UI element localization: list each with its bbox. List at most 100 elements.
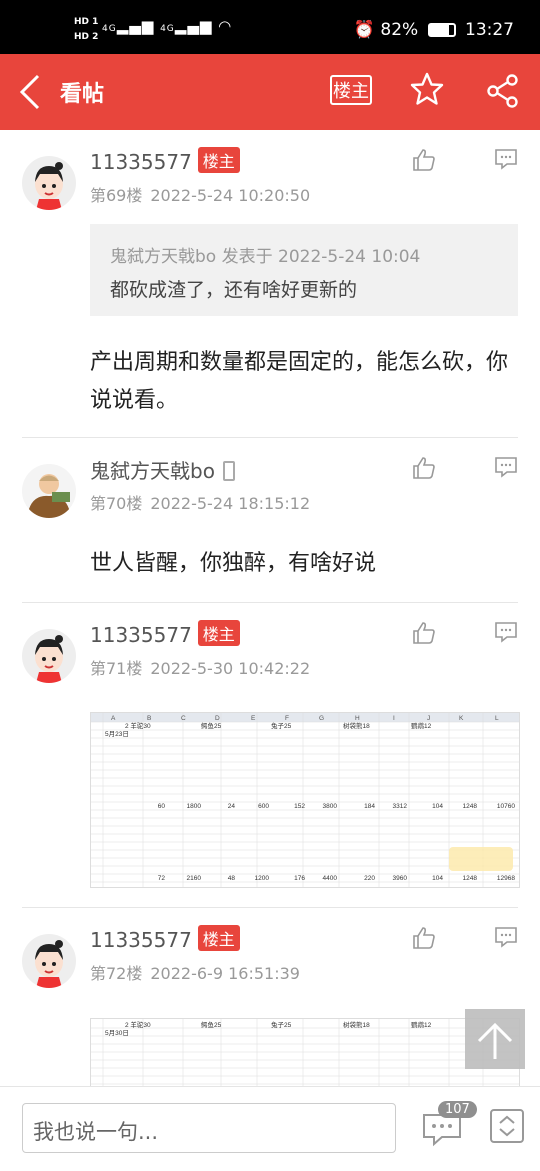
post-body: 世人皆醒，你独醉，有啥好说 [90, 551, 377, 576]
col-g: G [319, 715, 324, 722]
sheet-header-5: 鹦鹉12 [411, 1020, 432, 1029]
spreadsheet-image[interactable]: A B C D E F G H I J K L 2 羊驼30 鳄鱼25 兔子25 树袋熊18 鹦鹉12… [90, 712, 520, 888]
sheet-header-1: 2 羊驼30 [125, 1020, 151, 1029]
floor-number: 第71楼 [90, 659, 143, 678]
reply-input[interactable]: 我也说一句... [22, 1103, 396, 1153]
post-72: 11335577 楼主 第72楼 2022-6-9 16:51:39 2 羊驼30 … [0, 908, 540, 1086]
sheet-header-4: 树袋熊18 [343, 1020, 370, 1029]
username[interactable]: 11335577 楼主 [90, 925, 240, 952]
reply-button[interactable] [494, 926, 518, 952]
sheet-date: 5月23日 [105, 730, 129, 738]
total-row-cell: 1248 [463, 875, 478, 882]
total-row-cell: 176 [294, 875, 305, 882]
sim-indicators: HD 1 HD 2 [74, 14, 98, 44]
spreadsheet-graphic: 2 羊驼30 鳄鱼25 兔子25 树袋熊18 鹦鹉12 5月30日 [91, 1019, 519, 1086]
post-70: 鬼弑方天戟bo 第70楼 2022-5-24 18:15:12 世人皆醒，你独醉，… [0, 438, 540, 602]
scroll-to-top-button[interactable] [465, 1009, 525, 1069]
only-op-button[interactable]: 楼主 [330, 75, 372, 105]
avatar-girl-icon [22, 934, 76, 988]
floor-number: 第70楼 [90, 494, 143, 513]
sum-row-cell: 1248 [463, 803, 478, 810]
like-button[interactable] [412, 148, 436, 176]
total-row-cell: 72 [158, 875, 166, 882]
signal-icon: 4G▂▄▆ 4G▂▄▆ ◠ [102, 17, 233, 35]
post-time: 2022-5-30 10:42:22 [150, 659, 311, 678]
op-badge: 楼主 [197, 620, 240, 646]
sheet-date: 5月30日 [105, 1029, 129, 1037]
col-l: L [495, 715, 499, 722]
chevron-left-icon [19, 74, 40, 110]
post-meta: 第69楼 2022-5-24 10:20:50 [90, 182, 310, 206]
star-icon [410, 72, 444, 105]
sheet-header-2: 鳄鱼25 [201, 1020, 222, 1029]
reply-button[interactable] [494, 621, 518, 647]
back-button[interactable] [18, 74, 46, 110]
col-a: A [111, 715, 116, 722]
share-icon [487, 74, 518, 108]
total-row-cell: 4400 [323, 875, 338, 882]
avatar[interactable] [22, 934, 76, 988]
clock: 13:27 [465, 20, 514, 40]
sum-row-cell: 600 [258, 803, 269, 810]
status-right: ⏰ 82% 13:27 [354, 20, 514, 40]
total-row-cell: 104 [432, 875, 443, 882]
col-i: I [393, 715, 395, 722]
thumbs-up-icon [413, 457, 435, 479]
reply-button[interactable] [494, 148, 518, 174]
avatar[interactable] [22, 629, 76, 683]
floor-number: 第69楼 [90, 186, 143, 205]
post-time: 2022-6-9 16:51:39 [150, 964, 300, 983]
col-e: E [251, 715, 256, 722]
up-down-icon [499, 1115, 515, 1137]
col-c: C [181, 715, 186, 722]
spreadsheet-image[interactable]: 2 羊驼30 鳄鱼25 兔子25 树袋熊18 鹦鹉12 5月30日 [90, 1018, 520, 1086]
username[interactable]: 11335577 楼主 [90, 147, 240, 174]
sum-row-cell: 152 [294, 803, 305, 810]
sheet-header-5: 鹦鹉12 [411, 721, 432, 730]
post-time: 2022-5-24 10:20:50 [150, 186, 311, 205]
page-title: 看帖 [60, 82, 105, 107]
thumbs-up-icon [413, 149, 435, 171]
sheet-header-3: 兔子25 [271, 1020, 292, 1029]
total-row-cell: 3960 [393, 875, 408, 882]
username-text: 鬼弑方天戟bo [90, 459, 215, 483]
thumbs-up-icon [413, 622, 435, 644]
comments-button[interactable] [422, 1113, 462, 1151]
sum-row-cell: 104 [432, 803, 443, 810]
total-row-cell: 48 [228, 875, 236, 882]
like-button[interactable] [412, 926, 436, 954]
status-bar: HD 1 HD 2 4G▂▄▆ 4G▂▄▆ ◠ ⏰ 82% 13:27 [0, 0, 540, 54]
total-row-cell: 220 [364, 875, 375, 882]
reply-button[interactable] [494, 456, 518, 482]
page-jump-button[interactable] [490, 1109, 524, 1143]
sum-row-cell: 184 [364, 803, 375, 810]
avatar-monk-icon [22, 464, 76, 518]
favorite-button[interactable] [410, 72, 444, 110]
username[interactable]: 11335577 楼主 [90, 620, 240, 647]
sum-row-cell: 24 [228, 803, 236, 810]
post-time: 2022-5-24 18:15:12 [150, 494, 311, 513]
col-k: K [459, 715, 464, 722]
top-bar: 看帖 楼主 [0, 54, 540, 130]
username[interactable]: 鬼弑方天戟bo [90, 455, 235, 484]
like-button[interactable] [412, 456, 436, 484]
like-button[interactable] [412, 621, 436, 649]
sum-row-cell: 3312 [393, 803, 408, 810]
col-h: H [355, 715, 360, 722]
post-body: 产出周期和数量都是固定的，能怎么砍，你说说看。 [90, 350, 509, 413]
op-badge: 楼主 [197, 147, 240, 173]
arrow-up-icon [477, 1022, 513, 1059]
col-j: J [427, 715, 430, 722]
battery-level: 82% [380, 20, 419, 40]
network-label: 4G [102, 24, 117, 34]
post-meta: 第72楼 2022-6-9 16:51:39 [90, 960, 300, 984]
username-text: 11335577 [90, 150, 192, 174]
quoted-post: 鬼弑方天戟bo 发表于 2022-5-24 10:04 都砍成渣了，还有啥好更新… [90, 224, 518, 316]
mobile-icon [222, 461, 235, 481]
share-button[interactable] [486, 74, 520, 112]
avatar-girl-icon [22, 156, 76, 210]
total-row-cell: 1200 [255, 875, 270, 882]
post-71: 11335577 楼主 第71楼 2022-5-30 10:42:22 A B C D E F… [0, 603, 540, 907]
avatar[interactable] [22, 156, 76, 210]
avatar[interactable] [22, 464, 76, 518]
